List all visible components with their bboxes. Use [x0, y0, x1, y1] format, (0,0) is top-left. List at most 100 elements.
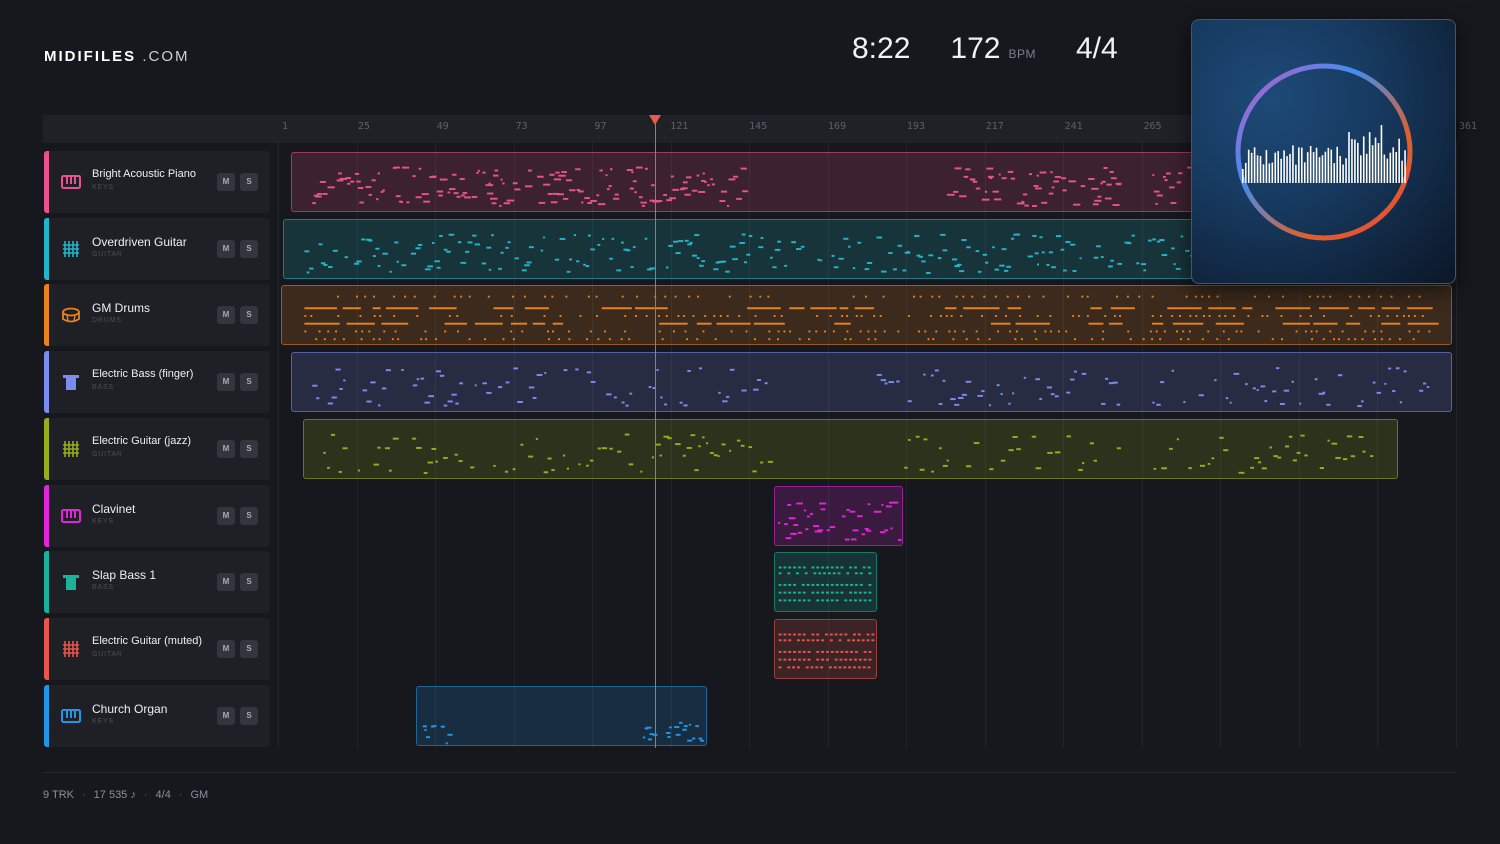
- mute-button[interactable]: M: [217, 373, 235, 392]
- solo-button[interactable]: S: [240, 439, 258, 458]
- solo-button[interactable]: S: [240, 506, 258, 525]
- midi-clip[interactable]: [774, 552, 877, 613]
- track-category: BASS: [92, 584, 114, 592]
- note-pattern: [312, 367, 1430, 408]
- mute-button[interactable]: M: [217, 239, 235, 258]
- track-name: Clavinet: [92, 501, 136, 516]
- visualizer-bar: [1312, 152, 1315, 183]
- visualizer-bar: [1371, 145, 1374, 183]
- mute-button[interactable]: M: [217, 506, 235, 525]
- solo-button[interactable]: S: [240, 239, 258, 258]
- note-pattern: [422, 721, 705, 744]
- visualizer-bar: [1244, 162, 1247, 183]
- visualizer-bar: [1324, 151, 1327, 183]
- ruler-label: 217: [985, 121, 1004, 132]
- visualizer-bar: [1351, 139, 1353, 183]
- visualizer-bar: [1401, 160, 1403, 183]
- mute-button[interactable]: M: [217, 639, 235, 658]
- visualizer-bar: [1342, 164, 1344, 183]
- playhead-line[interactable]: [655, 118, 656, 748]
- solo-button[interactable]: S: [240, 173, 258, 191]
- ruler-label: 97: [594, 121, 607, 132]
- track-header[interactable]: Slap Bass 1 BASS M S: [44, 551, 270, 614]
- visualizer-bar: [1374, 137, 1377, 183]
- solo-button[interactable]: S: [240, 373, 258, 392]
- footer-time-signature: 4/4: [155, 789, 171, 801]
- drum-icon: [60, 304, 82, 326]
- mute-button[interactable]: M: [217, 573, 235, 592]
- visualizer-bar: [1301, 147, 1303, 183]
- brand-logo: MIDIFILES .COM: [44, 48, 190, 65]
- solo-button[interactable]: S: [240, 639, 258, 658]
- track-header[interactable]: Clavinet KEYS M S: [44, 484, 270, 547]
- visualizer-bar: [1298, 147, 1300, 183]
- ruler-label: 1: [281, 121, 289, 132]
- footer-separator: ·: [81, 789, 86, 801]
- footer-note-count: 17 535 ♪: [93, 789, 136, 801]
- track-name: Overdriven Guitar: [92, 234, 187, 249]
- visualizer-bar: [1398, 138, 1400, 183]
- solo-button[interactable]: S: [240, 573, 258, 592]
- mute-button[interactable]: M: [217, 706, 235, 725]
- track-category: GUITAR: [92, 450, 123, 458]
- midi-clip[interactable]: [416, 685, 707, 746]
- time-signature-display: 4/4: [1075, 32, 1118, 65]
- bass-icon: [60, 571, 82, 593]
- footer-info: 9 TRK · 17 535 ♪ · 4/4 · GM: [43, 789, 208, 801]
- visualizer-ring: [1235, 63, 1413, 241]
- duration-display: 8:22: [852, 32, 911, 65]
- midi-clip[interactable]: [281, 285, 1452, 346]
- brand-name: MIDIFILES: [44, 48, 137, 65]
- midi-clip[interactable]: [774, 485, 903, 546]
- footer-track-count: 9 TRK: [43, 789, 74, 801]
- visualizer-bar: [1404, 150, 1406, 183]
- brand-suffix: .COM: [136, 48, 190, 65]
- ruler-label: 25: [357, 121, 370, 132]
- visualizer-bar: [1354, 139, 1356, 183]
- note-pattern: [304, 296, 1439, 341]
- visualizer-bar: [1303, 162, 1306, 183]
- visualizer-bar: [1271, 162, 1274, 183]
- midi-clip[interactable]: [303, 418, 1398, 479]
- bpm-unit: BPM: [1008, 47, 1036, 61]
- solo-button[interactable]: S: [240, 306, 258, 325]
- bpm-display: 172: [950, 32, 1001, 65]
- track-header[interactable]: Electric Guitar (muted) GUITAR M S: [44, 617, 270, 680]
- visualizer-bar: [1274, 152, 1277, 183]
- visualizer-bar: [1242, 168, 1244, 183]
- note-pattern: [778, 566, 872, 602]
- track-category: KEYS: [92, 517, 114, 525]
- visualizer-bar: [1253, 147, 1256, 183]
- ruler-label: 121: [670, 121, 689, 132]
- track-header[interactable]: Church Organ KEYS M S: [44, 684, 270, 747]
- track-color-strip: [44, 684, 49, 747]
- mute-button[interactable]: M: [217, 439, 235, 458]
- visualizer-bar: [1339, 155, 1341, 183]
- track-header[interactable]: GM Drums DRUMS M S: [44, 284, 270, 347]
- transport-stats: 8:22 172 BPM 4/4: [852, 32, 1118, 66]
- track-color-strip: [44, 417, 49, 480]
- visualizer-bar: [1348, 132, 1350, 183]
- track-header[interactable]: Electric Bass (finger) BASS M S: [44, 351, 270, 414]
- visualizer-bar: [1336, 146, 1338, 183]
- track-name: Bright Acoustic Piano: [92, 168, 196, 180]
- visualizer-bar: [1295, 164, 1297, 183]
- guitar-icon: [60, 238, 82, 260]
- mute-button[interactable]: M: [217, 306, 235, 325]
- track-color-strip: [44, 551, 49, 614]
- ruler-label: 265: [1143, 121, 1162, 132]
- track-header[interactable]: Bright Acoustic Piano KEYS M S: [44, 151, 270, 213]
- track-header[interactable]: Overdriven Guitar GUITAR M S: [44, 217, 270, 280]
- midi-clip[interactable]: [774, 618, 877, 679]
- visualizer-bar: [1362, 136, 1365, 183]
- visualizer-bar: [1321, 155, 1324, 183]
- guitar-icon: [60, 638, 82, 660]
- midi-clip[interactable]: [291, 352, 1452, 413]
- visualizer-bar: [1265, 150, 1268, 183]
- visualizer-bar: [1250, 152, 1253, 183]
- mute-button[interactable]: M: [217, 173, 235, 191]
- track-color-strip: [44, 617, 49, 680]
- playhead-marker[interactable]: [649, 115, 661, 125]
- track-header[interactable]: Electric Guitar (jazz) GUITAR M S: [44, 417, 270, 480]
- solo-button[interactable]: S: [240, 706, 258, 725]
